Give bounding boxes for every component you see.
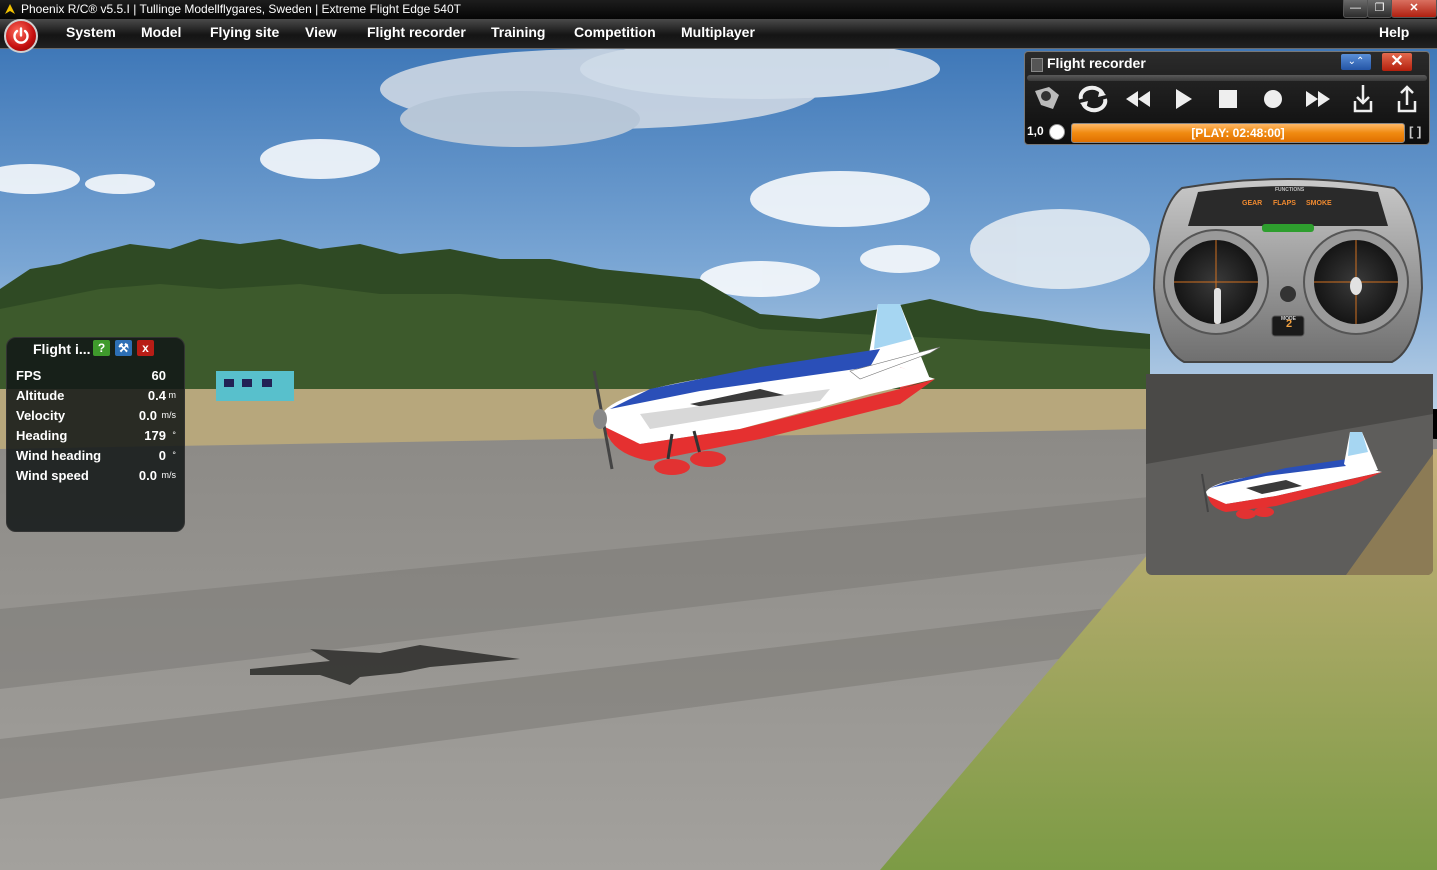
window-title-bar: Phoenix R/C® v5.5.I | Tullinge Modellfly… xyxy=(0,0,1437,19)
info-label: Wind heading xyxy=(16,448,102,463)
info-unit: ° xyxy=(172,430,176,440)
maximize-button[interactable]: ❐ xyxy=(1367,0,1392,18)
minimize-button[interactable]: — xyxy=(1343,0,1368,18)
rc-transmitter: FUNCTIONS GEAR FLAPS SMOKE MODE xyxy=(1152,178,1424,364)
speed-knob[interactable] xyxy=(1049,124,1065,140)
info-value: 60 xyxy=(151,368,166,383)
export-icon[interactable] xyxy=(1387,81,1427,117)
chase-camera-view[interactable] xyxy=(1146,374,1433,575)
menu-bar: System Model Flying site View Flight rec… xyxy=(0,19,1437,53)
loop-range-toggle[interactable]: [ ] xyxy=(1409,124,1421,139)
menu-view[interactable]: View xyxy=(305,19,337,48)
flight-recorder-panel: Flight recorder ⌄⌃ ✕ 1,0 [PLAY: 02:48:00… xyxy=(1024,51,1430,145)
flaps-switch[interactable]: FLAPS xyxy=(1273,200,1296,207)
info-row-wind-speed: Wind speed 0.0 m/s xyxy=(16,468,176,488)
smoke-switch[interactable]: SMOKE xyxy=(1306,200,1332,207)
fast-forward-icon[interactable] xyxy=(1298,81,1338,117)
record-icon[interactable] xyxy=(1253,81,1293,117)
info-label: Altitude xyxy=(16,388,65,403)
info-label: Velocity xyxy=(16,408,66,423)
info-label: Wind speed xyxy=(16,468,89,483)
menu-multiplayer[interactable]: Multiplayer xyxy=(681,19,755,48)
info-label: Heading xyxy=(16,428,68,443)
flight-info-title[interactable]: Flight i... xyxy=(33,341,91,357)
gear-switch[interactable]: GEAR xyxy=(1242,200,1262,207)
info-value: 0.0 xyxy=(138,408,157,423)
menu-training[interactable]: Training xyxy=(491,19,545,48)
info-value: 179 xyxy=(144,428,166,443)
drag-handle[interactable] xyxy=(1031,58,1043,72)
flight-info-panel: Flight i... ? ⚒ x FPS 60 Altitude 0.4 m … xyxy=(6,337,185,532)
help-button[interactable]: ? xyxy=(93,340,110,356)
transmitter-mode: 2 xyxy=(1285,318,1293,330)
stop-icon[interactable] xyxy=(1208,81,1248,117)
functions-label: FUNCTIONS xyxy=(1275,187,1305,193)
collapse-button[interactable]: ⌄⌃ xyxy=(1341,54,1371,70)
close-window-button[interactable]: ✕ xyxy=(1391,0,1437,18)
info-value: 0.4 xyxy=(147,388,166,403)
close-recorder-button[interactable]: ✕ xyxy=(1382,53,1412,71)
import-icon[interactable] xyxy=(1343,81,1383,117)
power-icon[interactable] xyxy=(4,19,38,53)
info-row-heading: Heading 179 ° xyxy=(16,428,176,448)
info-row-fps: FPS 60 xyxy=(16,368,176,388)
close-panel-button[interactable]: x xyxy=(137,340,154,356)
info-value: 0 xyxy=(158,448,166,463)
info-unit: m/s xyxy=(161,410,177,420)
info-row-altitude: Altitude 0.4 m xyxy=(16,388,176,408)
menu-help[interactable]: Help xyxy=(1379,19,1409,48)
play-icon[interactable] xyxy=(1163,81,1203,117)
info-unit: ° xyxy=(172,450,176,460)
camera-icon[interactable] xyxy=(1029,81,1069,117)
flight-recorder-title: Flight recorder xyxy=(1047,55,1146,71)
app-logo-icon xyxy=(5,4,15,14)
menu-flight-recorder[interactable]: Flight recorder xyxy=(367,19,466,48)
loop-icon[interactable] xyxy=(1073,81,1113,117)
window-title: Phoenix R/C® v5.5.I | Tullinge Modellfly… xyxy=(21,2,461,16)
playback-progress-bar[interactable]: [PLAY: 02:48:00] xyxy=(1071,123,1405,143)
rewind-icon[interactable] xyxy=(1118,81,1158,117)
info-row-velocity: Velocity 0.0 m/s xyxy=(16,408,176,428)
info-unit: m/s xyxy=(161,470,177,480)
tools-icon[interactable]: ⚒ xyxy=(115,340,132,356)
playback-speed[interactable]: 1,0 xyxy=(1027,124,1044,138)
info-label: FPS xyxy=(16,368,42,383)
menu-system[interactable]: System xyxy=(66,19,116,48)
info-unit: m xyxy=(168,390,177,400)
info-row-wind-heading: Wind heading 0 ° xyxy=(16,448,176,468)
menu-flying-site[interactable]: Flying site xyxy=(210,19,279,48)
menu-competition[interactable]: Competition xyxy=(574,19,656,48)
menu-model[interactable]: Model xyxy=(141,19,181,48)
info-value: 0.0 xyxy=(138,468,157,483)
